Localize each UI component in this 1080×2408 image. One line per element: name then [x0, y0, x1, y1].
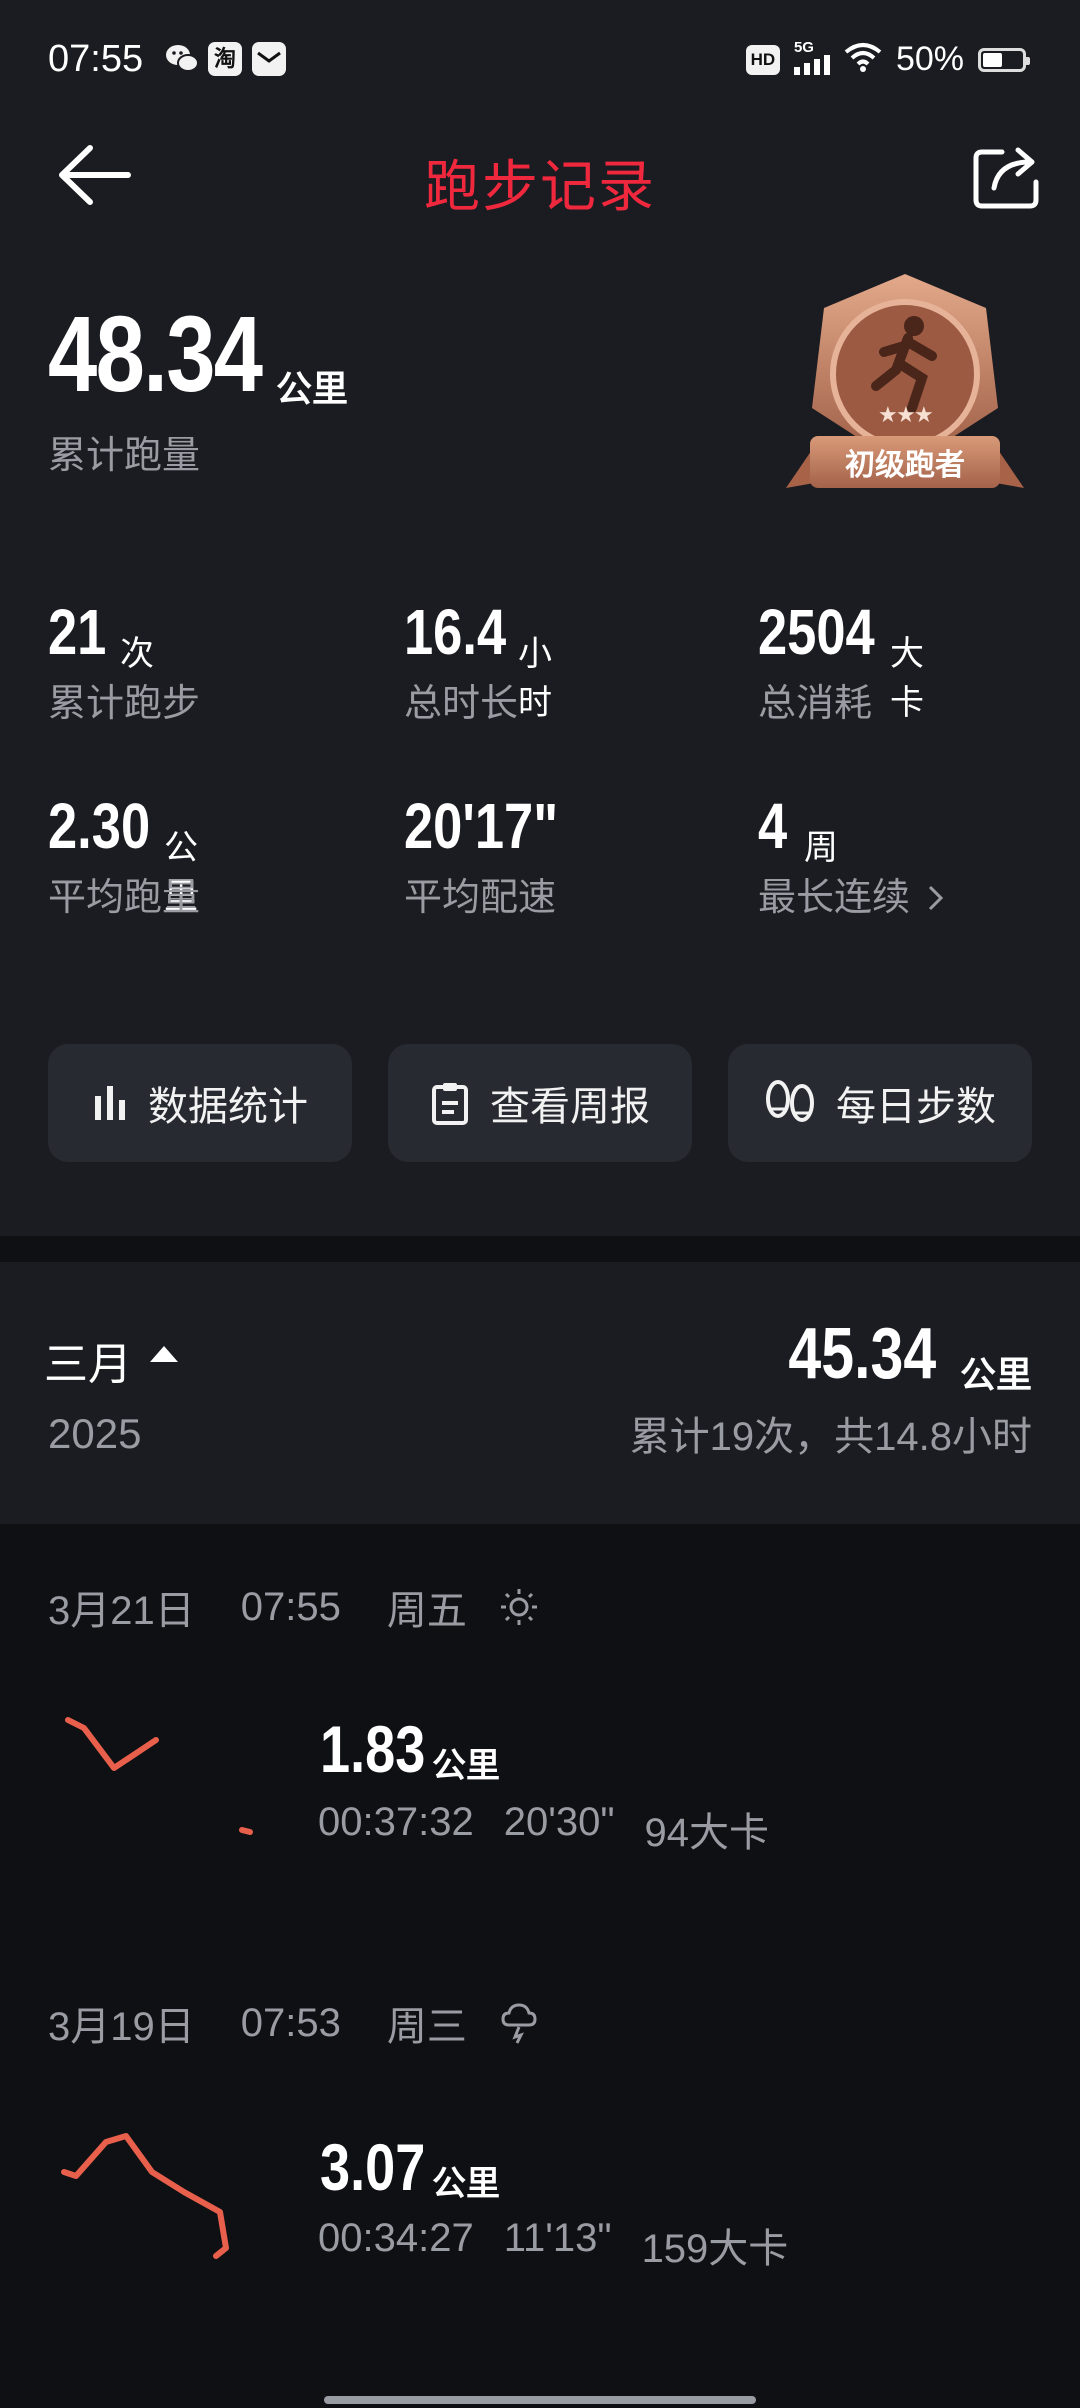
record-header: 3月19日 07:53 周三	[48, 1994, 541, 2052]
share-button[interactable]	[972, 142, 1042, 210]
route-map	[65, 1717, 253, 1835]
record-unit: 公里	[432, 1747, 500, 1785]
stat-avg-pace: 20'17" 平均配速	[404, 790, 592, 919]
sun-icon	[500, 1589, 537, 1625]
stat-value: 21	[48, 596, 107, 668]
record-time: 07:53	[240, 2000, 341, 2045]
data-statistics-button[interactable]: 数据统计	[48, 1044, 352, 1162]
daily-steps-button[interactable]: 每日步数	[728, 1044, 1032, 1162]
runner-medal-badge[interactable]: ★ ★ ★ 初级跑者	[780, 268, 1030, 512]
stat-label: 最长连续	[758, 877, 911, 919]
record-duration: 00:34:27	[318, 2216, 474, 2260]
stat-label: 总消耗	[758, 683, 873, 725]
stat-label: 累计跑步	[48, 683, 201, 725]
battery-icon	[978, 47, 1030, 72]
stat-unit: 次	[120, 635, 154, 673]
button-label: 数据统计	[148, 1085, 308, 1129]
home-indicator[interactable]	[324, 2396, 756, 2404]
record-distance: 1.83	[320, 1712, 426, 1786]
stat-label: 总时长	[404, 683, 519, 725]
record-header: 3月21日 07:55 周五	[48, 1578, 541, 1636]
cloud-icon	[501, 2003, 537, 2044]
stat-value: 16.4	[404, 596, 507, 668]
status-right: HD 5G 50%	[745, 39, 1030, 79]
stat-value: 20'17"	[404, 790, 559, 862]
signal-icon: 5G	[793, 39, 830, 75]
stat-unit: 周	[804, 829, 838, 867]
month-summary: 累计19次，共14.8小时	[629, 1415, 1032, 1459]
bar-chart-icon	[95, 1086, 125, 1120]
record-pace: 20'30"	[503, 1800, 615, 1844]
running-figure-icon	[904, 316, 924, 336]
month-selector[interactable]: 三月	[44, 1328, 132, 1392]
record-date: 3月19日	[48, 2005, 195, 2049]
divider	[0, 1236, 1080, 1262]
caret-up-icon[interactable]	[150, 1346, 178, 1362]
wifi-icon	[844, 42, 882, 77]
route-map	[61, 2133, 229, 2259]
stat-label: 平均配速	[404, 877, 557, 919]
month-year: 2025	[48, 1410, 142, 1457]
battery-level	[983, 52, 1002, 67]
network-type: 5G	[793, 38, 814, 56]
record-pace: 11'13"	[503, 2216, 612, 2260]
stat-avg-distance: 2.30 公里 平均跑量	[48, 790, 200, 919]
month-distance-unit: 公里	[959, 1354, 1032, 1395]
hd-icon: HD	[745, 44, 780, 75]
record-details: 00:37:32 20'30" 94大卡	[318, 1800, 769, 1858]
battery-percent: 50%	[895, 40, 964, 78]
total-distance-unit: 公里	[276, 368, 349, 409]
share-icon	[973, 147, 1039, 209]
svg-text:★: ★	[914, 403, 934, 428]
page-title: 跑步记录	[424, 155, 656, 218]
mail-icon	[252, 42, 286, 76]
stat-calories: 2504 大卡 总消耗	[758, 596, 924, 725]
footprints-icon	[766, 1080, 814, 1122]
svg-text:★: ★	[878, 403, 898, 428]
stat-label: 平均跑量	[48, 877, 201, 919]
stat-run-count: 21 次 累计跑步	[48, 596, 200, 725]
record-details: 00:34:27 11'13" 159大卡	[318, 2216, 788, 2274]
taobao-icon: 淘	[208, 42, 242, 76]
button-label: 每日步数	[836, 1085, 996, 1129]
stat-value: 4	[758, 790, 788, 862]
stat-label-row: 最长连续	[758, 866, 947, 921]
total-distance-value: 48.34	[48, 293, 263, 414]
stat-unit: 大卡	[890, 635, 924, 722]
button-label: 查看周报	[490, 1085, 650, 1129]
svg-text:★: ★	[896, 403, 916, 428]
status-bar: 07:55 淘 HD 5G 50%	[0, 0, 1080, 124]
record-unit: 公里	[432, 2165, 500, 2203]
chevron-right-icon	[928, 885, 943, 911]
record-date: 3月21日	[48, 1589, 195, 1633]
stat-total-duration: 16.4 小时 总时长	[404, 596, 552, 725]
wechat-icon	[164, 42, 200, 76]
total-distance-label: 累计跑量	[48, 435, 201, 477]
record-weekday: 周三	[386, 2005, 467, 2049]
record-calories: 94大卡	[644, 1811, 770, 1855]
record-list	[0, 1524, 1080, 2408]
month-distance-value: 45.34	[788, 1314, 936, 1394]
stat-value: 2504	[758, 596, 875, 668]
stat-value: 2.30	[48, 790, 151, 862]
weekly-report-button[interactable]: 查看周报	[388, 1044, 692, 1162]
record-weekday: 周五	[386, 1589, 467, 1633]
record-distance: 3.07	[320, 2130, 426, 2204]
clipboard-icon	[432, 1083, 468, 1125]
record-duration: 00:37:32	[318, 1800, 474, 1844]
stat-unit: 小时	[518, 635, 552, 722]
stat-longest-streak[interactable]: 4 周 最长连续	[758, 790, 943, 919]
medal-label: 初级跑者	[845, 449, 965, 482]
record-time: 07:55	[240, 1584, 341, 1629]
status-time: 07:55	[48, 38, 144, 80]
record-calories: 159大卡	[641, 2227, 789, 2271]
